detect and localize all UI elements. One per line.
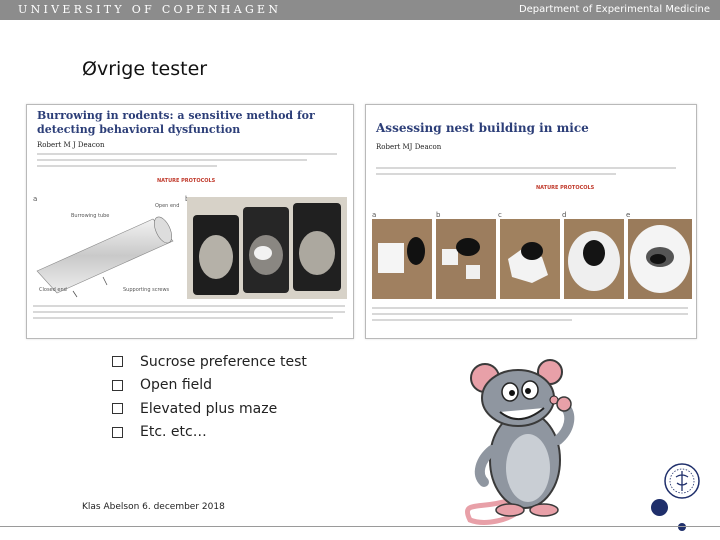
bullet-text: Open field [140, 377, 213, 394]
bullet-text: Elevated plus maze [140, 400, 278, 417]
list-item: Elevated plus maze [112, 397, 307, 421]
panel-label: e [626, 211, 631, 219]
university-name: UNIVERSITY OF COPENHAGEN [18, 3, 282, 16]
caption-line [372, 307, 688, 309]
panel-label: b [436, 211, 441, 219]
caption-line [33, 305, 345, 307]
annotation: Supporting screws [123, 287, 170, 293]
paper-author: Robert M J Deacon [37, 141, 105, 149]
university-seal-icon [664, 463, 700, 499]
decorative-dot [678, 523, 686, 531]
paper-nest-building: Assessing nest building in mice Robert M… [365, 104, 697, 339]
bullet-text: Sucrose preference test [140, 353, 307, 370]
department-name: Department of Experimental Medicine [518, 4, 710, 15]
abstract-line [37, 153, 337, 155]
annotation: Open end [155, 203, 180, 209]
abstract-line [376, 167, 676, 169]
abstract-line [376, 173, 616, 175]
paper-title: Assessing nest building in mice [376, 121, 589, 135]
journal-name: NATURE PROTOCOLS [157, 178, 216, 184]
paper-author: Robert MJ Deacon [376, 143, 442, 151]
cartoon-rat-icon [465, 359, 575, 525]
abstract-line [37, 165, 217, 167]
panel-label: d [562, 211, 567, 219]
bullet-text: Etc. etc… [140, 424, 207, 441]
paper-burrowing: Burrowing in rodents: a sensitive method… [26, 104, 354, 339]
decorative-dot [651, 499, 668, 516]
footer-divider [0, 526, 720, 527]
bullet-list: Sucrose preference test Open field Eleva… [112, 350, 307, 444]
journal-name: NATURE PROTOCOLS [536, 185, 595, 191]
slide-title: Øvrige tester [82, 58, 208, 80]
checkbox-bullet-icon [112, 426, 123, 438]
nest-photos-icon [372, 219, 692, 299]
list-item: Sucrose preference test [112, 350, 307, 374]
annotation: Burrowing tube [71, 213, 110, 219]
header-bar: UNIVERSITY OF COPENHAGEN Department of E… [0, 0, 720, 20]
list-item: Etc. etc… [112, 421, 307, 445]
checkbox-bullet-icon [112, 379, 123, 391]
caption-line [372, 313, 688, 315]
panel-label: c [498, 211, 502, 219]
annotation: Closed end [39, 287, 67, 293]
caption-line [33, 311, 345, 313]
checkbox-bullet-icon [112, 403, 123, 415]
list-item: Open field [112, 374, 307, 398]
caption-line [372, 319, 572, 321]
footer-text: Klas Abelson 6. december 2018 [82, 502, 225, 512]
checkbox-bullet-icon [112, 356, 123, 368]
abstract-line [37, 159, 307, 161]
panel-label: a [372, 211, 377, 219]
caption-line [33, 317, 333, 319]
burrow-photo-icon [187, 197, 347, 299]
paper-title: Burrowing in rodents: a sensitive method… [37, 109, 315, 136]
